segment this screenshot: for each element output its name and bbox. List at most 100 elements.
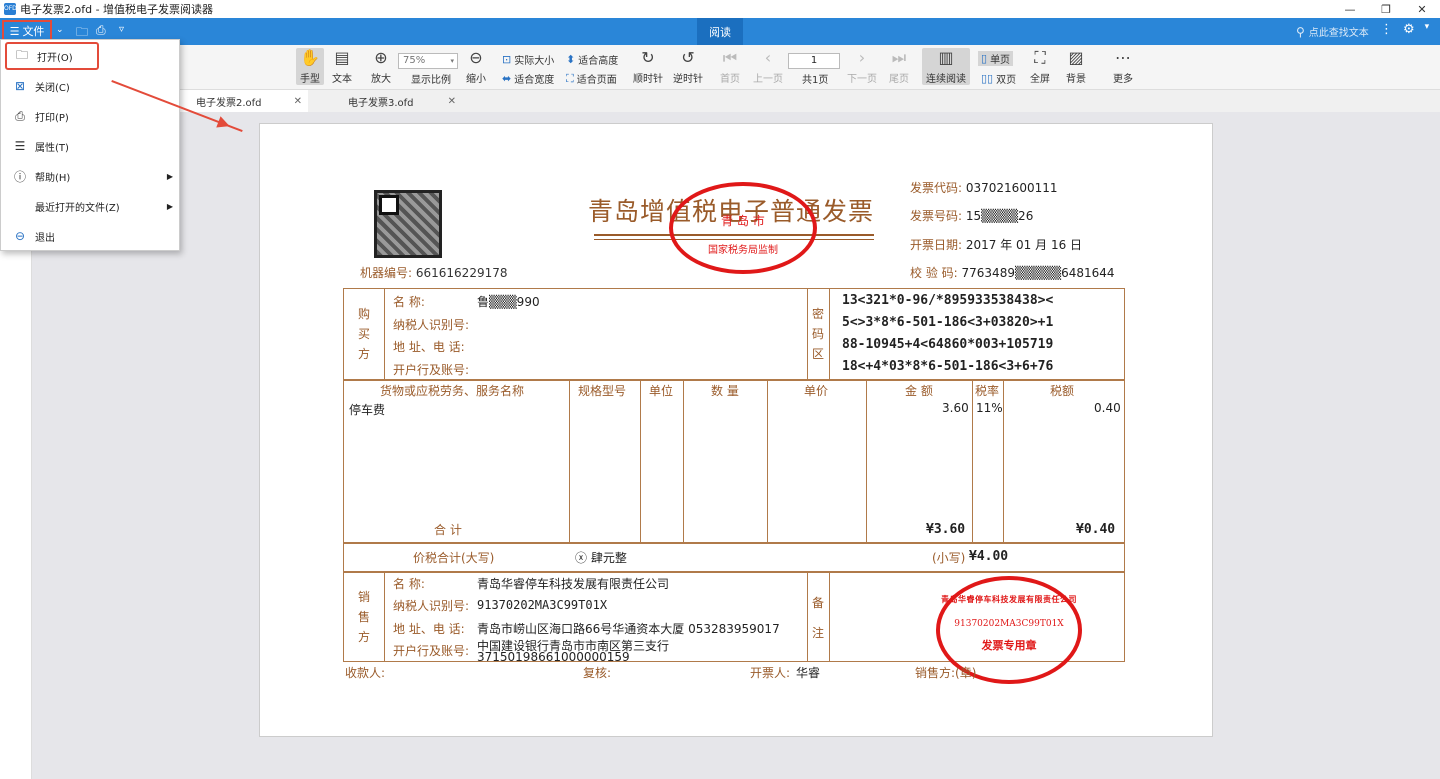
fit-height-icon: ⬍ — [566, 53, 576, 66]
buyer-bank-label: 开户行及账号: — [393, 363, 470, 377]
text-select-icon: ▤ — [334, 48, 350, 67]
divider — [972, 379, 973, 542]
tab-document-2[interactable]: 电子发票2.ofd ✕ — [180, 90, 308, 112]
help-icon: ⓘ — [13, 169, 26, 184]
divider — [807, 288, 808, 379]
invoice-date: 开票日期: 2017 年 01 月 16 日 — [910, 236, 1082, 253]
top-right-icons: ⋮ ⚙ ▾ — [1380, 22, 1429, 37]
menu-item-open[interactable]: 🗀 打开(O) — [5, 42, 99, 70]
rotate-cw-label: 顺时针 — [633, 74, 663, 85]
divider — [1003, 379, 1004, 542]
zoom-value: 75% — [403, 55, 426, 66]
fit-width-button[interactable]: ⬌ 适合宽度 — [502, 71, 554, 86]
actual-size-button[interactable]: ⊡ 实际大小 — [502, 52, 554, 67]
grand-small-label: (小写) — [932, 551, 966, 565]
tab-read[interactable]: 阅读 — [697, 18, 743, 45]
tab-document-3[interactable]: 电子发票3.ofd ✕ — [332, 90, 462, 112]
chevron-down-icon[interactable]: ▾ — [1425, 22, 1430, 37]
seller-tax-label: 纳税人识别号: — [393, 599, 470, 613]
cipher-side-label: 密码区 — [811, 307, 824, 361]
divider — [384, 288, 385, 379]
drawer-label: 开票人: — [750, 666, 791, 680]
background-button[interactable]: ▨ 背景 — [1066, 48, 1086, 85]
fit-height-button[interactable]: ⬍ 适合高度 — [566, 52, 618, 67]
item-name: 停车费 — [349, 403, 386, 417]
col-quantity: 数 量 — [711, 384, 739, 398]
rotate-ccw-button[interactable]: ↺ 逆时针 — [673, 48, 703, 85]
more-vertical-icon[interactable]: ⋮ — [1380, 22, 1393, 37]
text-label: 文本 — [332, 74, 352, 85]
total-label: 合 计 — [434, 523, 462, 537]
text-tool-button[interactable]: ▤ 文本 — [332, 48, 352, 85]
tax-bureau-stamp: 青 岛 市 国家税务局监制 — [669, 182, 817, 274]
divider — [569, 379, 570, 542]
menu-item-properties[interactable]: ☰ 属性(T) — [5, 132, 177, 160]
menu-item-print[interactable]: ⎙ 打印(P) — [5, 102, 177, 130]
prev-page-button[interactable]: ‹ 上一页 — [753, 48, 783, 85]
buyer-name-label: 名 称: — [393, 295, 425, 309]
document-tabs: 电子发票2.ofd ✕ 电子发票3.ofd ✕ — [180, 90, 1440, 112]
cipher-line: 18<+4*03*8*6-501-186<3+6+76 — [842, 359, 1054, 374]
window-controls: — ❐ ✕ — [1332, 0, 1440, 18]
code-value: 037021600111 — [965, 181, 1058, 195]
item-amount: 3.60 — [942, 401, 969, 415]
fullscreen-icon: ⛶ — [1034, 48, 1046, 67]
item-tax: 0.40 — [1094, 401, 1121, 415]
cipher-line: 5<>3*8*6-501-186<3+03820>+1 — [842, 315, 1054, 330]
page-number-input[interactable]: 1 — [788, 53, 840, 69]
single-page-button[interactable]: ▯ 单页 — [978, 51, 1014, 66]
buyer-name: 鲁▒▒▒990 — [477, 295, 540, 309]
total-tax: ¥0.40 — [1076, 522, 1116, 537]
print-icon[interactable]: ⎙ — [96, 23, 106, 38]
zoom-select[interactable]: 75% ▾ — [398, 53, 458, 69]
more-label: 更多 — [1113, 74, 1133, 85]
gear-icon[interactable]: ⚙ — [1403, 22, 1415, 37]
grand-upper-value: 肆元整 — [590, 551, 627, 565]
zoom-in-button[interactable]: ⊕ 放大 — [371, 48, 391, 85]
check-value: 7763489▒▒▒▒▒6481644 — [961, 266, 1115, 280]
menu-item-exit[interactable]: ⊖ 退出 — [5, 222, 177, 250]
double-page-button[interactable]: ▯▯ 双页 — [981, 71, 1016, 86]
close-icon: ⊠ — [14, 79, 26, 93]
divider — [829, 288, 830, 379]
date-value: 2017 年 01 月 16 日 — [965, 238, 1083, 252]
grand-total-small: ¥4.00 — [969, 549, 1009, 564]
fit-page-button[interactable]: ⛶ 适合页面 — [566, 71, 617, 87]
col-spec: 规格型号 — [578, 384, 627, 398]
last-page-button[interactable]: ⏭ 尾页 — [889, 48, 909, 85]
file-dropdown-menu: 🗀 打开(O) ⊠ 关闭(C) ⎙ 打印(P) ☰ 属性(T) ⓘ 帮助(H) ▶ 最近打开… — [0, 39, 180, 251]
zoom-out-icon: ⊖ — [469, 48, 483, 67]
menu-item-label: 最近打开的文件(Z) — [35, 202, 120, 214]
restore-button[interactable]: ❐ — [1368, 0, 1404, 18]
chevron-down-icon[interactable]: ⌄ — [56, 25, 64, 35]
next-page-button[interactable]: › 下一页 — [847, 48, 877, 85]
first-page-button[interactable]: ⏮ 首页 — [720, 48, 740, 85]
zoom-out-button[interactable]: ⊖ 缩小 — [466, 48, 486, 85]
printer-icon: ⎙ — [15, 108, 25, 123]
hand-tool-button[interactable]: ✋ 手型 — [296, 48, 324, 85]
continuous-read-button[interactable]: ▥ 连续阅读 — [922, 48, 970, 85]
chevron-down-icon: ▾ — [450, 57, 454, 65]
fullscreen-button[interactable]: ⛶ 全屏 — [1030, 48, 1050, 85]
search-box[interactable]: ⚲ 点此查找文本 — [1296, 24, 1369, 40]
menu-item-help[interactable]: ⓘ 帮助(H) ▶ — [5, 162, 177, 190]
zoom-out-label: 缩小 — [466, 74, 486, 85]
submenu-arrow-icon: ▶ — [166, 171, 173, 181]
buyer-address-label: 地 址、电 话: — [393, 340, 465, 354]
qr-code — [374, 190, 442, 258]
more-button[interactable]: ⋯ 更多 — [1113, 48, 1133, 85]
menu-item-recent[interactable]: 最近打开的文件(Z) ▶ — [5, 192, 177, 220]
seller-stamp-bottom: 发票专用章 — [981, 639, 1037, 652]
menu-item-label: 关闭(C) — [35, 82, 70, 94]
seller-name-label: 名 称: — [393, 577, 425, 591]
seller-side-label: 销售方 — [357, 590, 370, 644]
rotate-ccw-icon: ↺ — [681, 48, 695, 67]
close-icon[interactable]: ✕ — [448, 96, 456, 107]
close-window-button[interactable]: ✕ — [1404, 0, 1440, 18]
rotate-cw-button[interactable]: ↻ 顺时针 — [633, 48, 663, 85]
close-icon[interactable]: ✕ — [294, 96, 302, 107]
actual-size-icon: ⊡ — [502, 53, 512, 66]
col-item-name: 货物或应税劳务、服务名称 — [380, 384, 525, 398]
customize-icon[interactable]: ▿ — [119, 24, 124, 35]
minimize-button[interactable]: — — [1332, 0, 1368, 18]
